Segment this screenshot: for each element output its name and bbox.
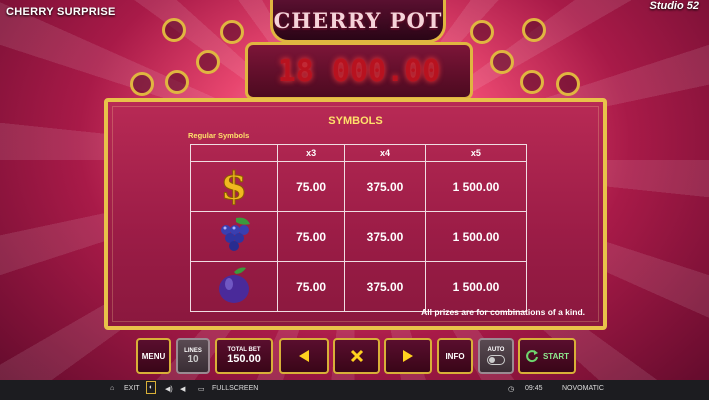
table-row: 75.00 375.00 1 500.00: [190, 261, 528, 312]
frame-ring: [220, 20, 244, 44]
frame-ring: [162, 18, 186, 42]
start-button[interactable]: START: [518, 338, 576, 374]
payout-cell: 75.00: [276, 211, 346, 262]
paytable-table: x3 x4 x5 $ 75.00 375.00 1 500.00 75.00 3…: [190, 144, 528, 312]
frame-ring: [522, 18, 546, 42]
frame-ring: [165, 70, 189, 94]
logo-text: CHERRY POT: [273, 7, 443, 33]
payout-cell: 375.00: [344, 211, 426, 262]
frame-ring: [556, 72, 580, 96]
table-row: 75.00 375.00 1 500.00: [190, 211, 528, 262]
game-brand: CHERRY SURPRISE: [6, 6, 116, 18]
section-label: Regular Symbols: [188, 131, 250, 140]
provider-logo: NOVOMATIC: [562, 385, 604, 392]
jackpot-display: 18 000.00: [245, 42, 473, 100]
studio-logo: Studio 52: [649, 0, 699, 12]
footer-bar: ⌂ EXIT ◐ ◀) ◀ ▭ FULLSCREEN ◷ 09:45 NOVOM…: [0, 380, 709, 400]
frame-ring: [520, 70, 544, 94]
close-button[interactable]: [333, 338, 380, 374]
start-label: START: [542, 351, 570, 361]
frame-ring: [130, 72, 154, 96]
table-row: $ 75.00 375.00 1 500.00: [190, 161, 528, 212]
refresh-icon: [526, 350, 538, 363]
previous-page-button[interactable]: [279, 338, 329, 374]
menu-button[interactable]: MENU: [136, 338, 171, 374]
frame-ring: [490, 50, 514, 74]
column-header: [190, 144, 278, 162]
auto-label: AUTO: [487, 347, 505, 353]
total-bet-display[interactable]: TOTAL BET 150.00: [215, 338, 273, 374]
payout-cell: 1 500.00: [424, 261, 528, 312]
game-logo: CHERRY POT: [270, 0, 446, 43]
prize-note: All prizes are for combinations of a kin…: [421, 307, 585, 317]
clock-time: 09:45: [525, 385, 543, 392]
info-button[interactable]: INFO: [437, 338, 473, 374]
info-label: INFO: [445, 351, 465, 361]
frame-ring: [470, 20, 494, 44]
payout-cell: 1 500.00: [424, 211, 528, 262]
menu-label: MENU: [141, 351, 166, 361]
jackpot-value: 18 000.00: [277, 53, 441, 89]
lines-display: LINES 10: [176, 338, 210, 374]
clock-icon: ◷: [508, 386, 515, 393]
auto-button[interactable]: AUTO: [478, 338, 514, 374]
column-header: x3: [276, 144, 346, 162]
payout-cell: 375.00: [344, 261, 426, 312]
paytable-title: SYMBOLS: [328, 115, 383, 127]
lines-value: 10: [187, 353, 199, 365]
exit-link[interactable]: EXIT: [124, 385, 140, 392]
arrow-right-icon: [403, 350, 413, 362]
fullscreen-icon[interactable]: ▭: [198, 385, 205, 393]
payout-cell: 1 500.00: [424, 161, 528, 212]
home-icon[interactable]: ⌂: [110, 385, 114, 392]
column-header: x4: [344, 144, 426, 162]
symbol-cell: [190, 211, 278, 262]
plum-icon: [219, 267, 249, 303]
total-bet-value: 150.00: [227, 353, 261, 365]
payout-cell: 375.00: [344, 161, 426, 212]
payout-cell: 75.00: [276, 261, 346, 312]
close-icon: [350, 349, 363, 363]
column-header: x5: [424, 144, 528, 162]
fullscreen-link[interactable]: FULLSCREEN: [212, 385, 258, 392]
paytable-panel: SYMBOLS Regular Symbols x3 x4 x5 $ 75.00…: [104, 98, 607, 330]
grapes-icon: [221, 217, 250, 251]
volume-low-icon[interactable]: ◀: [180, 385, 185, 393]
payout-cell: 75.00: [276, 161, 346, 212]
volume-icon[interactable]: ◀): [165, 385, 173, 393]
toggle-knob: [489, 357, 495, 363]
symbol-cell: [190, 261, 278, 312]
next-page-button[interactable]: [384, 338, 432, 374]
symbol-cell: $: [190, 161, 278, 212]
table-header-row: x3 x4 x5: [190, 144, 528, 162]
sound-settings-icon[interactable]: ◐: [146, 381, 157, 394]
dollar-icon: $: [220, 163, 247, 209]
auto-toggle[interactable]: [487, 355, 505, 365]
frame-ring: [196, 50, 220, 74]
arrow-left-icon: [299, 350, 309, 362]
svg-text:$: $: [221, 165, 247, 205]
